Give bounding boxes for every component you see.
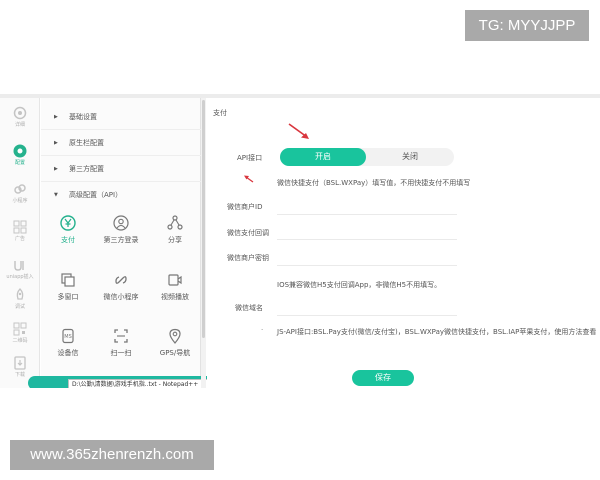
toggle-on-option[interactable]: 开启 — [280, 148, 366, 166]
payment-callback-label: 微信支付回调 — [227, 229, 269, 237]
tool-label: 第三方登录 — [103, 236, 139, 244]
config-tree: ▶ 基础设置 ▶ 原生栏配置 ▶ 第三方配置 ▼ 高级配置（API） 支付 第三… — [41, 98, 201, 388]
api-interface-label: API接口 — [237, 154, 263, 162]
tool-multi-window[interactable]: 多窗口 — [41, 272, 95, 302]
merchant-key-label: 微信商户密钥 — [227, 254, 269, 262]
rocket-icon — [16, 288, 24, 300]
rail-item-label: 小程序 — [12, 198, 28, 204]
api-toggle[interactable]: 开启 关闭 — [280, 148, 454, 166]
small-red-arrow-icon — [244, 175, 254, 183]
tree-node-label: 基础设置 — [69, 113, 97, 121]
wxpay-note: 微信快捷支付（BSL.WXPay）填写值，不用快捷支付不用填写 — [277, 179, 471, 187]
share-icon — [167, 215, 183, 230]
tree-node-label: 高级配置（API） — [69, 191, 123, 199]
grid-icon — [13, 220, 27, 234]
device-icon: MS — [62, 328, 74, 344]
payment-callback-field[interactable] — [277, 239, 457, 240]
merchant-id-field[interactable] — [277, 214, 457, 215]
icon-rail: 详细 配置 小程序 广告 uniapp插入 调试 二维码 下载 — [0, 98, 40, 388]
caret-down-icon: ▼ — [54, 192, 58, 198]
link-icon — [115, 276, 127, 284]
rail-item-download[interactable]: 下载 — [0, 356, 40, 378]
tool-wechat-mini-program[interactable]: 微信小程序 — [94, 272, 148, 302]
tool-scan[interactable]: 扫一扫 — [94, 328, 148, 358]
tree-node-label: 原生栏配置 — [69, 139, 104, 147]
window-tooltip: D:\公勤\清数据\游戏手机指..txt - Notepad++ — [68, 379, 218, 388]
ios-h5-note: IOS兼容微信H5支付回调App，非微信H5不用填写。 — [277, 281, 442, 289]
multi-window-icon — [61, 273, 75, 287]
tool-label: 设备信 — [57, 349, 79, 357]
uniapp-icon — [14, 261, 24, 271]
tool-video-play[interactable]: 视频播放 — [148, 272, 202, 302]
watermark-top: TG: MYYJJPP — [465, 10, 589, 41]
save-button[interactable]: 保存 — [352, 370, 414, 386]
caret-right-icon: ▶ — [54, 166, 58, 172]
rail-item-config[interactable]: 配置 — [0, 144, 40, 166]
rail-item-label: 配置 — [14, 160, 25, 166]
rail-item-uniapp[interactable]: uniapp插入 — [0, 258, 40, 280]
tree-node-advanced-api[interactable]: ▼ 高级配置（API） — [41, 182, 201, 208]
merchant-key-field[interactable] — [277, 265, 457, 266]
rail-item-label: 详细 — [14, 122, 25, 128]
tree-node-label: 第三方配置 — [69, 165, 104, 173]
rail-item-qrcode[interactable]: 二维码 — [0, 322, 40, 344]
qrcode-icon — [13, 322, 27, 336]
rail-item-label: 广告 — [14, 236, 25, 242]
tool-label: GPS/导航 — [159, 349, 191, 357]
tool-label: 支付 — [61, 236, 75, 244]
rail-item-label: uniapp插入 — [6, 274, 34, 280]
rail-item-label: 二维码 — [12, 338, 28, 344]
scrollbar-thumb[interactable] — [202, 100, 205, 338]
page-title: 支付 — [213, 109, 227, 117]
scan-icon — [114, 329, 128, 343]
yuan-icon — [60, 215, 76, 231]
config-icon — [13, 144, 27, 158]
video-icon — [168, 274, 182, 286]
location-icon — [169, 328, 181, 344]
toggle-off-option[interactable]: 关闭 — [366, 148, 454, 166]
rail-item-label: 调试 — [14, 304, 25, 310]
tool-share[interactable]: 分享 — [148, 215, 202, 245]
tool-payment[interactable]: 支付 — [41, 215, 95, 245]
rail-item-ads[interactable]: 广告 — [0, 220, 40, 242]
tool-device-info[interactable]: MS 设备信 — [41, 328, 95, 358]
app-window: 详细 配置 小程序 广告 uniapp插入 调试 二维码 下载 ▶ 基础设置 ▶… — [0, 94, 600, 388]
download-icon — [14, 356, 26, 370]
watermark-bottom: www.365zhenrenzh.com — [10, 440, 214, 470]
tool-label: 扫一扫 — [110, 349, 132, 357]
tool-gps-navigation[interactable]: GPS/导航 — [148, 328, 202, 358]
tool-label: 微信小程序 — [103, 293, 139, 301]
caret-right-icon: ▶ — [54, 140, 58, 146]
tree-node-native-bar[interactable]: ▶ 原生栏配置 — [41, 130, 201, 156]
wechat-domain-field[interactable] — [277, 315, 457, 316]
bullet-dot: · — [261, 326, 264, 334]
cog-icon — [13, 106, 27, 120]
rail-item-debug[interactable]: 调试 — [0, 288, 40, 310]
payment-panel: 支付 API接口 开启 关闭 微信快捷支付（BSL.WXPay）填写值，不用快捷… — [207, 98, 600, 388]
rail-item-mini-program[interactable]: 小程序 — [0, 182, 40, 204]
screen: 详细 配置 小程序 广告 uniapp插入 调试 二维码 下载 ▶ 基础设置 ▶… — [0, 0, 600, 480]
rail-item-detail[interactable]: 详细 — [0, 106, 40, 128]
wechat-domain-label: 微信域名 — [235, 304, 263, 312]
caret-right-icon: ▶ — [54, 114, 58, 120]
red-arrow-icon — [288, 123, 309, 139]
svg-text:MS: MS — [64, 334, 72, 340]
tree-node-third-party[interactable]: ▶ 第三方配置 — [41, 156, 201, 182]
tool-label: 多窗口 — [57, 293, 79, 301]
tool-label: 分享 — [168, 236, 182, 244]
tool-third-party-login[interactable]: 第三方登录 — [94, 215, 148, 245]
tool-label: 视频播放 — [161, 293, 189, 301]
mini-program-icon — [14, 184, 26, 194]
js-api-note: JS-API接口:BSL.Pay支付(微信/支付宝)，BSL.WXPay微信快捷… — [277, 328, 597, 336]
tree-node-basic-settings[interactable]: ▶ 基础设置 — [41, 104, 201, 130]
merchant-id-label: 微信商户ID — [227, 203, 263, 211]
user-login-icon — [113, 215, 129, 231]
